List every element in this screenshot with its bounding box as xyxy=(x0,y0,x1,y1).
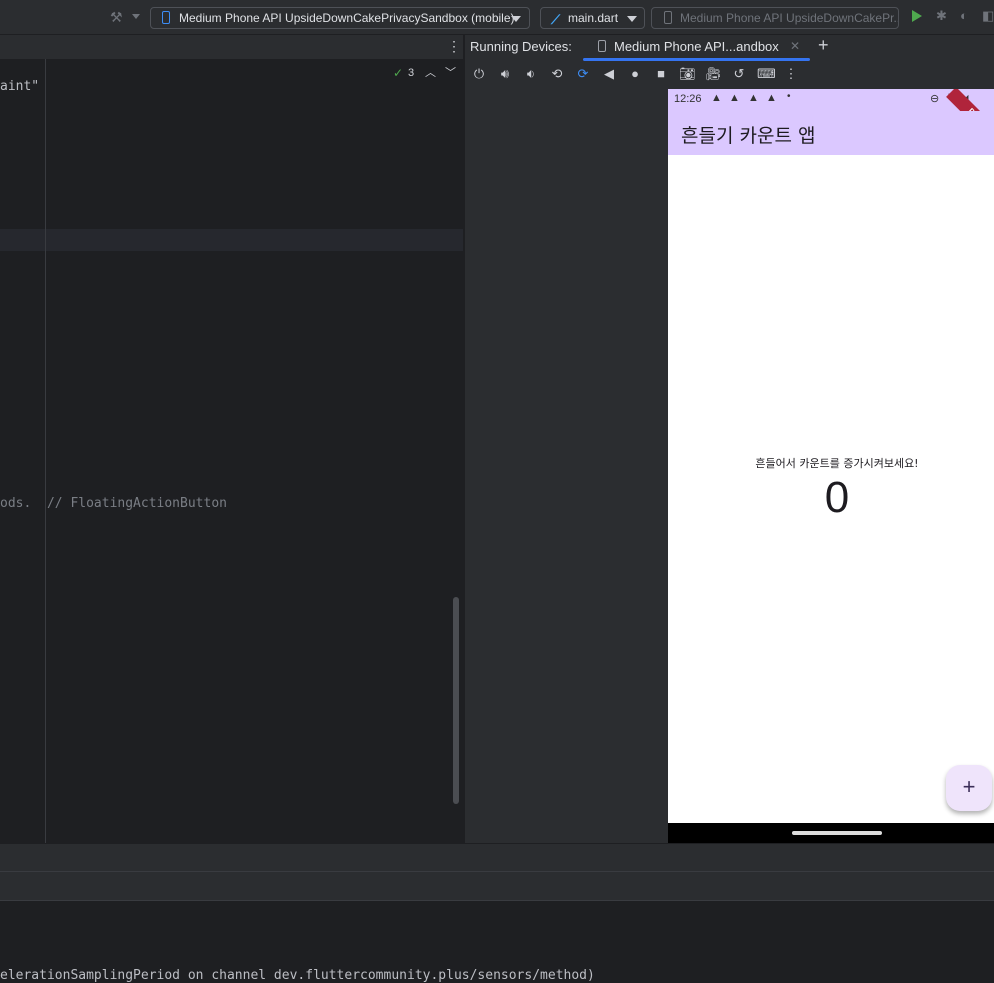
editor-tab-bar: ⋮ xyxy=(0,35,463,59)
close-icon[interactable]: ✕ xyxy=(790,39,800,53)
main-toolbar: ⚒ Medium Phone API UpsideDownCakePrivacy… xyxy=(0,0,994,35)
warning-icon: ▲ xyxy=(729,92,740,104)
code-line: aint" xyxy=(0,79,40,94)
keyboard-icon[interactable]: ⌨ xyxy=(757,66,776,82)
screenshot-icon[interactable]: 📷︎ xyxy=(679,66,696,82)
device-selector-label: Medium Phone API UpsideDownCakePrivacySa… xyxy=(179,11,515,25)
more-options-icon[interactable]: ⋮ xyxy=(447,38,461,55)
power-icon[interactable]: ⏻ xyxy=(471,66,487,82)
gesture-handle[interactable] xyxy=(792,831,882,835)
editor-scrollbar[interactable] xyxy=(453,597,459,804)
phone-icon xyxy=(664,11,672,24)
code-line: ods. // FloatingActionButton xyxy=(0,496,227,511)
device-disabled-label: Medium Phone API UpsideDownCakePr... xyxy=(680,11,899,25)
inspection-count: 3 xyxy=(408,67,415,79)
warning-icon: ▲ xyxy=(711,92,722,104)
home-icon[interactable]: ● xyxy=(627,66,643,82)
device-screen[interactable]: 12:26 ▲ ▲ ▲ ▲ • ⊖ ▼ ◢ DEBUG 흔들기 카운트 앱 흔들… xyxy=(668,89,994,843)
chevron-down-icon[interactable] xyxy=(132,14,140,19)
chevron-down-icon[interactable]: ﹀ xyxy=(445,64,456,80)
phone-icon xyxy=(162,11,170,24)
dnd-icon: ⊖ xyxy=(930,93,940,105)
overview-icon[interactable]: ■ xyxy=(653,66,669,82)
chevron-down-icon xyxy=(627,16,637,22)
profile-icon[interactable]: ◐ xyxy=(960,8,968,23)
volume-up-icon[interactable]: 🔊︎ xyxy=(497,66,513,82)
tab-device-label: Medium Phone API...andbox xyxy=(614,39,779,54)
volume-down-icon[interactable]: 🔉︎ xyxy=(523,66,539,82)
counter-value: 0 xyxy=(824,473,850,522)
increment-fab[interactable]: + xyxy=(946,765,992,811)
coverage-icon[interactable]: ◧ xyxy=(982,8,994,24)
status-bar: 12:26 ▲ ▲ ▲ ▲ • ⊖ ▼ ◢ xyxy=(668,89,994,111)
tool-window-bar xyxy=(0,843,994,872)
app-bar: 흔들기 카운트 앱 xyxy=(668,111,994,155)
chevron-down-icon xyxy=(511,16,521,22)
back-icon[interactable]: ◀ xyxy=(601,66,617,82)
run-panel-toolbar xyxy=(0,871,994,901)
running-devices-title: Running Devices: xyxy=(470,39,572,54)
shake-prompt: 흔들어서 카운트를 증가시켜보세요! xyxy=(755,457,919,470)
add-device-icon[interactable]: + xyxy=(818,35,829,56)
chevron-up-icon[interactable]: ︿ xyxy=(425,64,436,80)
rotate-right-icon[interactable]: ⟳ xyxy=(575,66,591,82)
rotate-left-icon[interactable]: ⟲ xyxy=(549,66,565,82)
run-config-selector[interactable]: ⟋ main.dart xyxy=(540,7,645,29)
tab-device[interactable]: Medium Phone API...andbox ✕ xyxy=(594,37,809,57)
run-console[interactable]: elerationSamplingPeriod on channel dev.f… xyxy=(0,900,994,983)
status-time: 12:26 xyxy=(674,93,702,105)
run-config-label: main.dart xyxy=(568,11,619,25)
inspection-ok-icon[interactable]: ✓ xyxy=(393,66,403,80)
run-icon[interactable] xyxy=(912,10,922,22)
build-icon[interactable]: ⚒ xyxy=(110,9,123,26)
active-tab-indicator xyxy=(583,58,810,61)
warning-icon: ▲ xyxy=(766,92,777,104)
reset-icon[interactable]: ↺ xyxy=(731,66,747,82)
code-editor[interactable] xyxy=(0,35,463,843)
record-icon[interactable]: 🎥︎ xyxy=(705,66,722,82)
warning-icon: ▲ xyxy=(748,92,759,104)
indent-guide xyxy=(45,59,46,843)
device-selector[interactable]: Medium Phone API UpsideDownCakePrivacySa… xyxy=(150,7,530,29)
current-line-highlight xyxy=(0,229,463,251)
phone-icon xyxy=(598,40,606,52)
device-selector-disabled: Medium Phone API UpsideDownCakePr... xyxy=(651,7,899,29)
more-options-icon[interactable]: ⋮ xyxy=(783,66,799,82)
debug-icon[interactable]: ✱ xyxy=(936,8,947,24)
notification-dot-icon: • xyxy=(787,91,791,102)
flutter-icon: ⟋ xyxy=(551,12,561,27)
app-title: 흔들기 카운트 앱 xyxy=(681,125,816,147)
